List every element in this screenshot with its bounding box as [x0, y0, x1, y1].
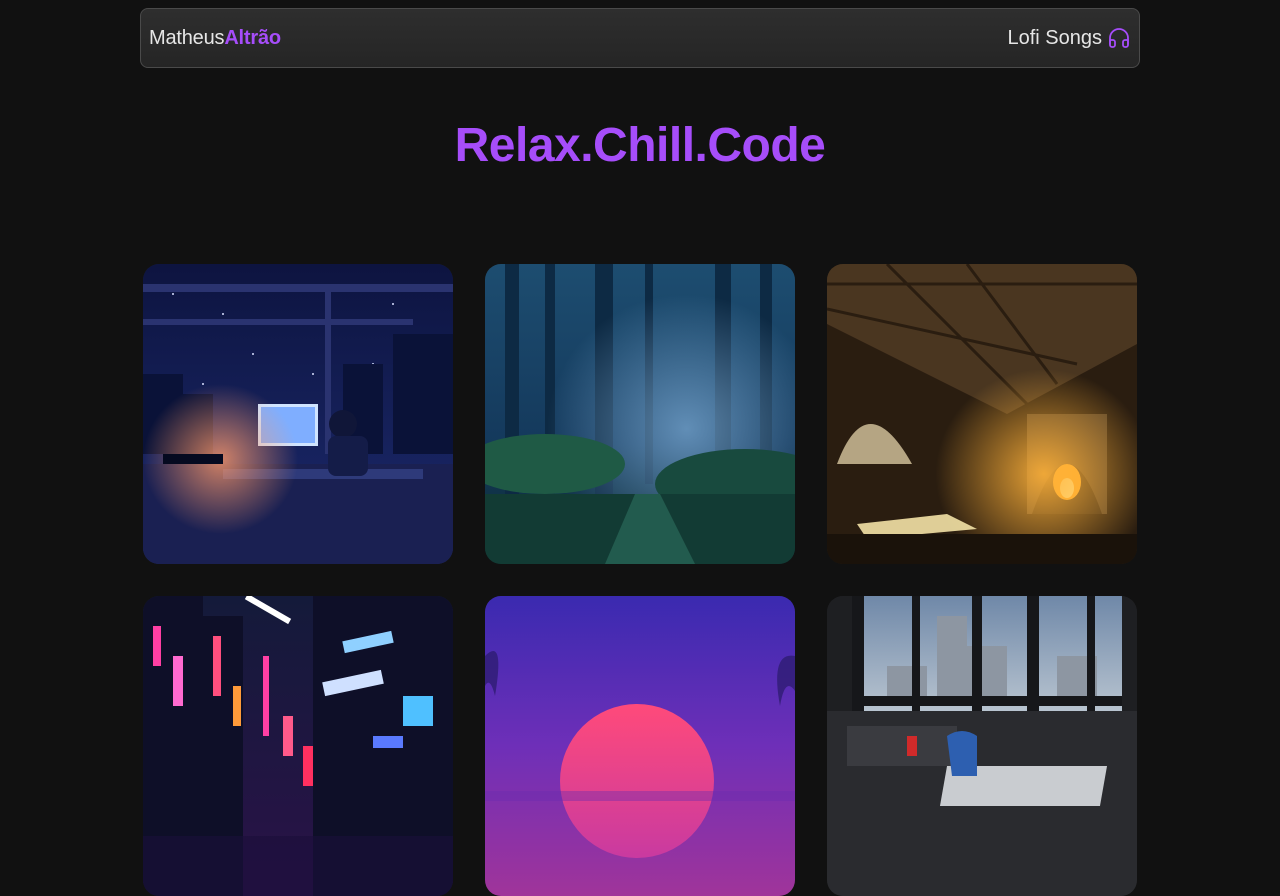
hero-title: Relax.Chill.Code [454, 119, 826, 172]
navbar: MatheusAltrão Lofi Songs [140, 8, 1140, 68]
scene-card-misty-forest[interactable] [485, 264, 795, 564]
scene-card-urban-office[interactable] [827, 596, 1137, 896]
headphones-icon [1107, 26, 1131, 50]
brand-last-name: Altrão [224, 26, 281, 49]
scene-card-cozy-cabin[interactable] [827, 264, 1137, 564]
scene-card-night-room[interactable] [143, 264, 453, 564]
brand-first-name: Matheus [149, 26, 225, 49]
synthwave-sunset-image [485, 596, 795, 896]
lofi-songs-link[interactable]: Lofi Songs [1007, 26, 1131, 50]
scene-grid [143, 264, 1137, 896]
neon-city-image [143, 596, 453, 896]
night-room-image [143, 264, 453, 564]
urban-office-image [827, 596, 1137, 896]
cozy-cabin-image [827, 264, 1137, 564]
scene-card-synthwave-sunset[interactable] [485, 596, 795, 896]
lofi-songs-label: Lofi Songs [1007, 26, 1102, 49]
misty-forest-image [485, 264, 795, 564]
brand-logo[interactable]: MatheusAltrão [149, 27, 281, 50]
scene-card-neon-city[interactable] [143, 596, 453, 896]
